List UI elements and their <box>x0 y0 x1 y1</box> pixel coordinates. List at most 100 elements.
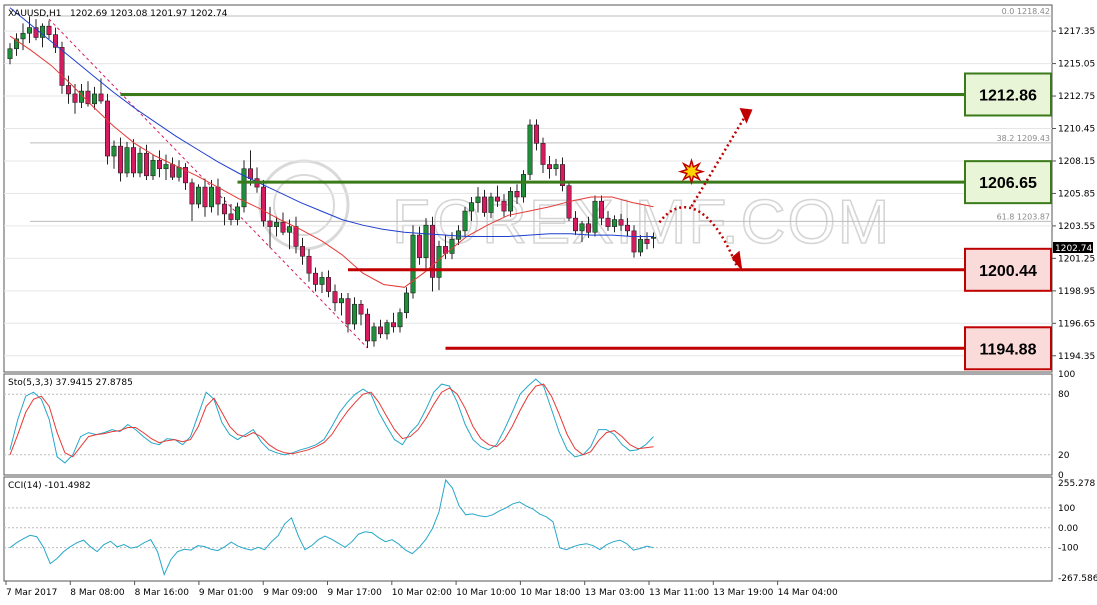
level-label: 1200.44 <box>979 263 1037 280</box>
candle-body <box>235 206 241 220</box>
candle-body <box>325 277 331 292</box>
candle-body <box>631 230 637 253</box>
stochastic-header: Sto(5,3,3) 37.9415 27.8785 <box>8 378 133 388</box>
candle-body <box>332 291 338 304</box>
candle-body <box>455 230 461 240</box>
candle-body <box>163 164 169 170</box>
level-label: 1212.86 <box>979 87 1037 104</box>
candle-body <box>319 277 325 285</box>
candle-body <box>66 85 72 95</box>
price-tick-label: 1215.05 <box>1058 60 1095 70</box>
candle-body <box>377 326 383 335</box>
stochastic-panel <box>3 373 1053 476</box>
candle-body <box>215 186 221 205</box>
candle-body <box>481 196 487 213</box>
candle-body <box>92 93 98 105</box>
candle-body <box>196 186 202 205</box>
time-tick-label: 9 Mar 01:00 <box>199 588 254 598</box>
candle-body <box>527 124 533 175</box>
time-tick-label: 7 Mar 2017 <box>6 588 57 598</box>
candle-body <box>494 196 500 202</box>
candle-body <box>280 222 286 233</box>
candle-body <box>118 145 124 174</box>
candle-body <box>572 217 578 232</box>
candle-body <box>637 239 643 253</box>
candle-body <box>124 147 130 174</box>
candle-body <box>111 145 117 157</box>
candle-body <box>228 213 234 220</box>
candle-body <box>299 246 305 257</box>
price-tick-label: 1217.35 <box>1058 27 1095 37</box>
candle-body <box>553 164 559 170</box>
price-tick-label: 1203.55 <box>1058 222 1095 232</box>
candle-body <box>423 224 429 258</box>
level-label: 1194.88 <box>980 341 1037 358</box>
ohlc-readout: 1202.69 1203.08 1201.97 1202.74 <box>70 9 228 19</box>
candle-body <box>144 152 150 177</box>
candle-body <box>46 25 52 35</box>
candle-body <box>267 220 273 227</box>
candle-body <box>273 222 279 227</box>
candle-body <box>72 93 78 103</box>
time-tick-label: 13 Mar 19:00 <box>713 588 773 598</box>
price-tick-label: 1196.65 <box>1058 319 1095 329</box>
candle-body <box>598 200 604 219</box>
candle-body <box>605 217 611 227</box>
price-tick-label: 1212.75 <box>1058 92 1095 102</box>
time-tick-label: 9 Mar 09:00 <box>263 588 318 598</box>
candle-body <box>59 47 65 86</box>
cci-tick-label: 0.00 <box>1058 524 1078 534</box>
cci-header: CCI(14) -101.4982 <box>8 481 91 491</box>
candle-body <box>468 202 474 212</box>
price-axis: 1217.35 1215.05 1212.75 1210.45 1208.15 1205.… <box>1052 27 1095 362</box>
candle-body <box>390 322 396 328</box>
stochastic-tick-label: 100 <box>1058 370 1075 380</box>
candle-body <box>416 234 422 258</box>
candle-body <box>403 292 409 314</box>
fibonacci-label: 61.8 1203.87 <box>997 212 1050 221</box>
candle-body <box>514 191 520 198</box>
current-price-label: 1202.74 <box>1055 244 1092 254</box>
cci-tick-label: 100 <box>1058 504 1075 514</box>
stochastic-tick-label: 20 <box>1058 451 1070 461</box>
candle-body <box>306 255 312 274</box>
time-axis: 7 Mar 2017 8 Mar 08:00 8 Mar 16:00 9 Mar 01… <box>5 581 838 598</box>
cci-tick-label: -100 <box>1058 544 1079 554</box>
symbol-label: XAUUSD,H1 <box>8 9 62 19</box>
candle-body <box>397 312 403 328</box>
candle-body <box>170 164 176 178</box>
price-tick-label: 1210.45 <box>1058 125 1095 135</box>
candle-body <box>624 224 630 232</box>
time-tick-label: 10 Mar 18:00 <box>520 588 580 598</box>
candle-body <box>286 226 292 233</box>
candle-body <box>202 186 208 208</box>
candle-body <box>449 239 455 254</box>
chart-canvas: FOREXIMF.COM 0.0 1218.4238.2 1209.4361.8… <box>3 4 1097 598</box>
candle-body <box>507 191 513 212</box>
candle-body <box>462 210 468 232</box>
candle-body <box>150 159 156 177</box>
candle-body <box>248 168 254 179</box>
candle-body <box>436 246 442 278</box>
cci-tick-label: -267.5868 <box>1058 574 1097 584</box>
candle-body <box>579 223 585 232</box>
candle-body <box>189 182 195 205</box>
candle-body <box>410 234 416 294</box>
candle-body <box>137 152 143 174</box>
candle-body <box>546 164 552 170</box>
candle-body <box>585 223 591 233</box>
fibonacci-label: 38.2 1209.43 <box>997 134 1050 143</box>
time-tick-label: 9 Mar 17:00 <box>328 588 383 598</box>
time-tick-label: 13 Mar 03:00 <box>585 588 645 598</box>
price-tick-label: 1194.35 <box>1058 352 1095 362</box>
candle-body <box>293 226 299 247</box>
candle-body <box>475 196 481 203</box>
candle-body <box>209 186 215 208</box>
level-label: 1206.65 <box>979 175 1037 192</box>
candle-body <box>98 93 104 102</box>
time-tick-label: 14 Mar 04:00 <box>778 588 838 598</box>
candle-body <box>157 159 163 170</box>
price-tick-label: 1198.95 <box>1058 287 1095 297</box>
candle-body <box>592 200 598 233</box>
candle-body <box>644 239 650 244</box>
